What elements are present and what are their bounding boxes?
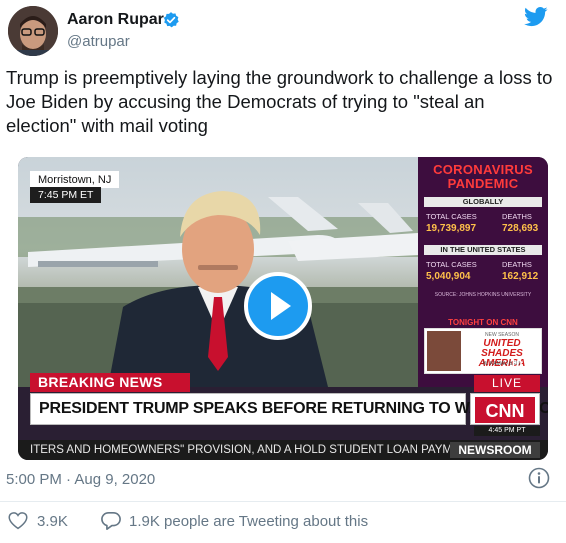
tweet-text: Trump is preemptively laying the groundw… — [6, 67, 553, 136]
us-band: IN THE UNITED STATES — [424, 245, 542, 255]
location-caption: Morristown, NJ — [30, 171, 120, 188]
news-lower-third: BREAKING NEWS LIVE PRESIDENT TRUMP SPEAK… — [18, 369, 548, 460]
global-deaths-label: DEATHS — [502, 212, 532, 221]
news-ticker: ITERS AND HOMEOWNERS" PROVISION, AND A H… — [18, 440, 548, 460]
cnn-logo-icon: CNN — [475, 397, 535, 423]
us-cases-label: TOTAL CASES — [426, 260, 477, 269]
like-count[interactable]: 3.9K — [37, 513, 68, 530]
verified-badge-icon — [163, 12, 179, 28]
heart-icon[interactable] — [8, 511, 28, 530]
us-cases-value: 5,040,904 — [426, 271, 471, 282]
avatar[interactable] — [8, 6, 58, 56]
play-button[interactable] — [244, 272, 312, 340]
us-deaths-label: DEATHS — [502, 260, 532, 269]
promo-image — [427, 331, 461, 371]
cnn-logo-text: CNN — [486, 401, 525, 421]
broadcast-clock: 4:45 PM PT — [474, 426, 540, 436]
video-player[interactable]: Morristown, NJ 7:45 PM ET CORONAVIRUS PA… — [18, 157, 548, 460]
covid-sidebar: CORONAVIRUS PANDEMIC GLOBALLY TOTAL CASE… — [418, 157, 548, 387]
global-cases-label: TOTAL CASES — [426, 212, 477, 221]
sidebar-title-line-1: CORONAVIRUS — [433, 162, 533, 177]
speech-bubble-icon[interactable] — [100, 511, 122, 531]
info-icon[interactable] — [528, 467, 550, 489]
promo-host: W. KAMAU BELL — [482, 361, 522, 367]
show-promo: NEW SEASON UNITED SHADES AMERICA W. KAMA… — [424, 328, 542, 374]
video-frame: Morristown, NJ 7:45 PM ET — [18, 157, 418, 387]
globally-band: GLOBALLY — [424, 197, 542, 207]
breaking-news-tag: BREAKING NEWS — [30, 373, 190, 392]
ticker-label: NEWSROOM — [450, 442, 540, 458]
promo-title-line-1: UNITED SHADES — [481, 338, 523, 359]
tweet-timestamp[interactable]: 5:00 PM · Aug 9, 2020 — [6, 471, 155, 488]
headline-bar: PRESIDENT TRUMP SPEAKS BEFORE RETURNING … — [30, 393, 548, 425]
ticker-text: ITERS AND HOMEOWNERS" PROVISION, AND A H… — [30, 444, 460, 456]
author-name[interactable]: Aaron Rupar — [67, 11, 164, 29]
twitter-bird-icon[interactable] — [524, 7, 548, 27]
time-caption: 7:45 PM ET — [30, 187, 102, 203]
us-deaths-value: 162,912 — [502, 271, 539, 282]
data-source: SOURCE: JOHNS HOPKINS UNIVERSITY — [434, 292, 532, 298]
tonight-label: TONIGHT ON CNN — [448, 318, 518, 327]
network-logo-box: CNN — [470, 393, 540, 425]
sidebar-title: CORONAVIRUS PANDEMIC — [424, 163, 542, 191]
live-tag: LIVE — [474, 375, 540, 392]
sidebar-title-line-2: PANDEMIC — [447, 176, 519, 191]
tweet-card: Aaron Rupar @atrupar Trump is preemptive… — [0, 0, 566, 543]
global-deaths-value: 728,693 — [502, 223, 539, 234]
author-handle[interactable]: @atrupar — [67, 33, 130, 50]
footer-divider — [0, 501, 566, 502]
tweeting-about-link[interactable]: 1.9K people are Tweeting about this — [129, 513, 368, 530]
global-cases-value: 19,739,897 — [426, 223, 477, 234]
play-icon — [271, 292, 291, 320]
